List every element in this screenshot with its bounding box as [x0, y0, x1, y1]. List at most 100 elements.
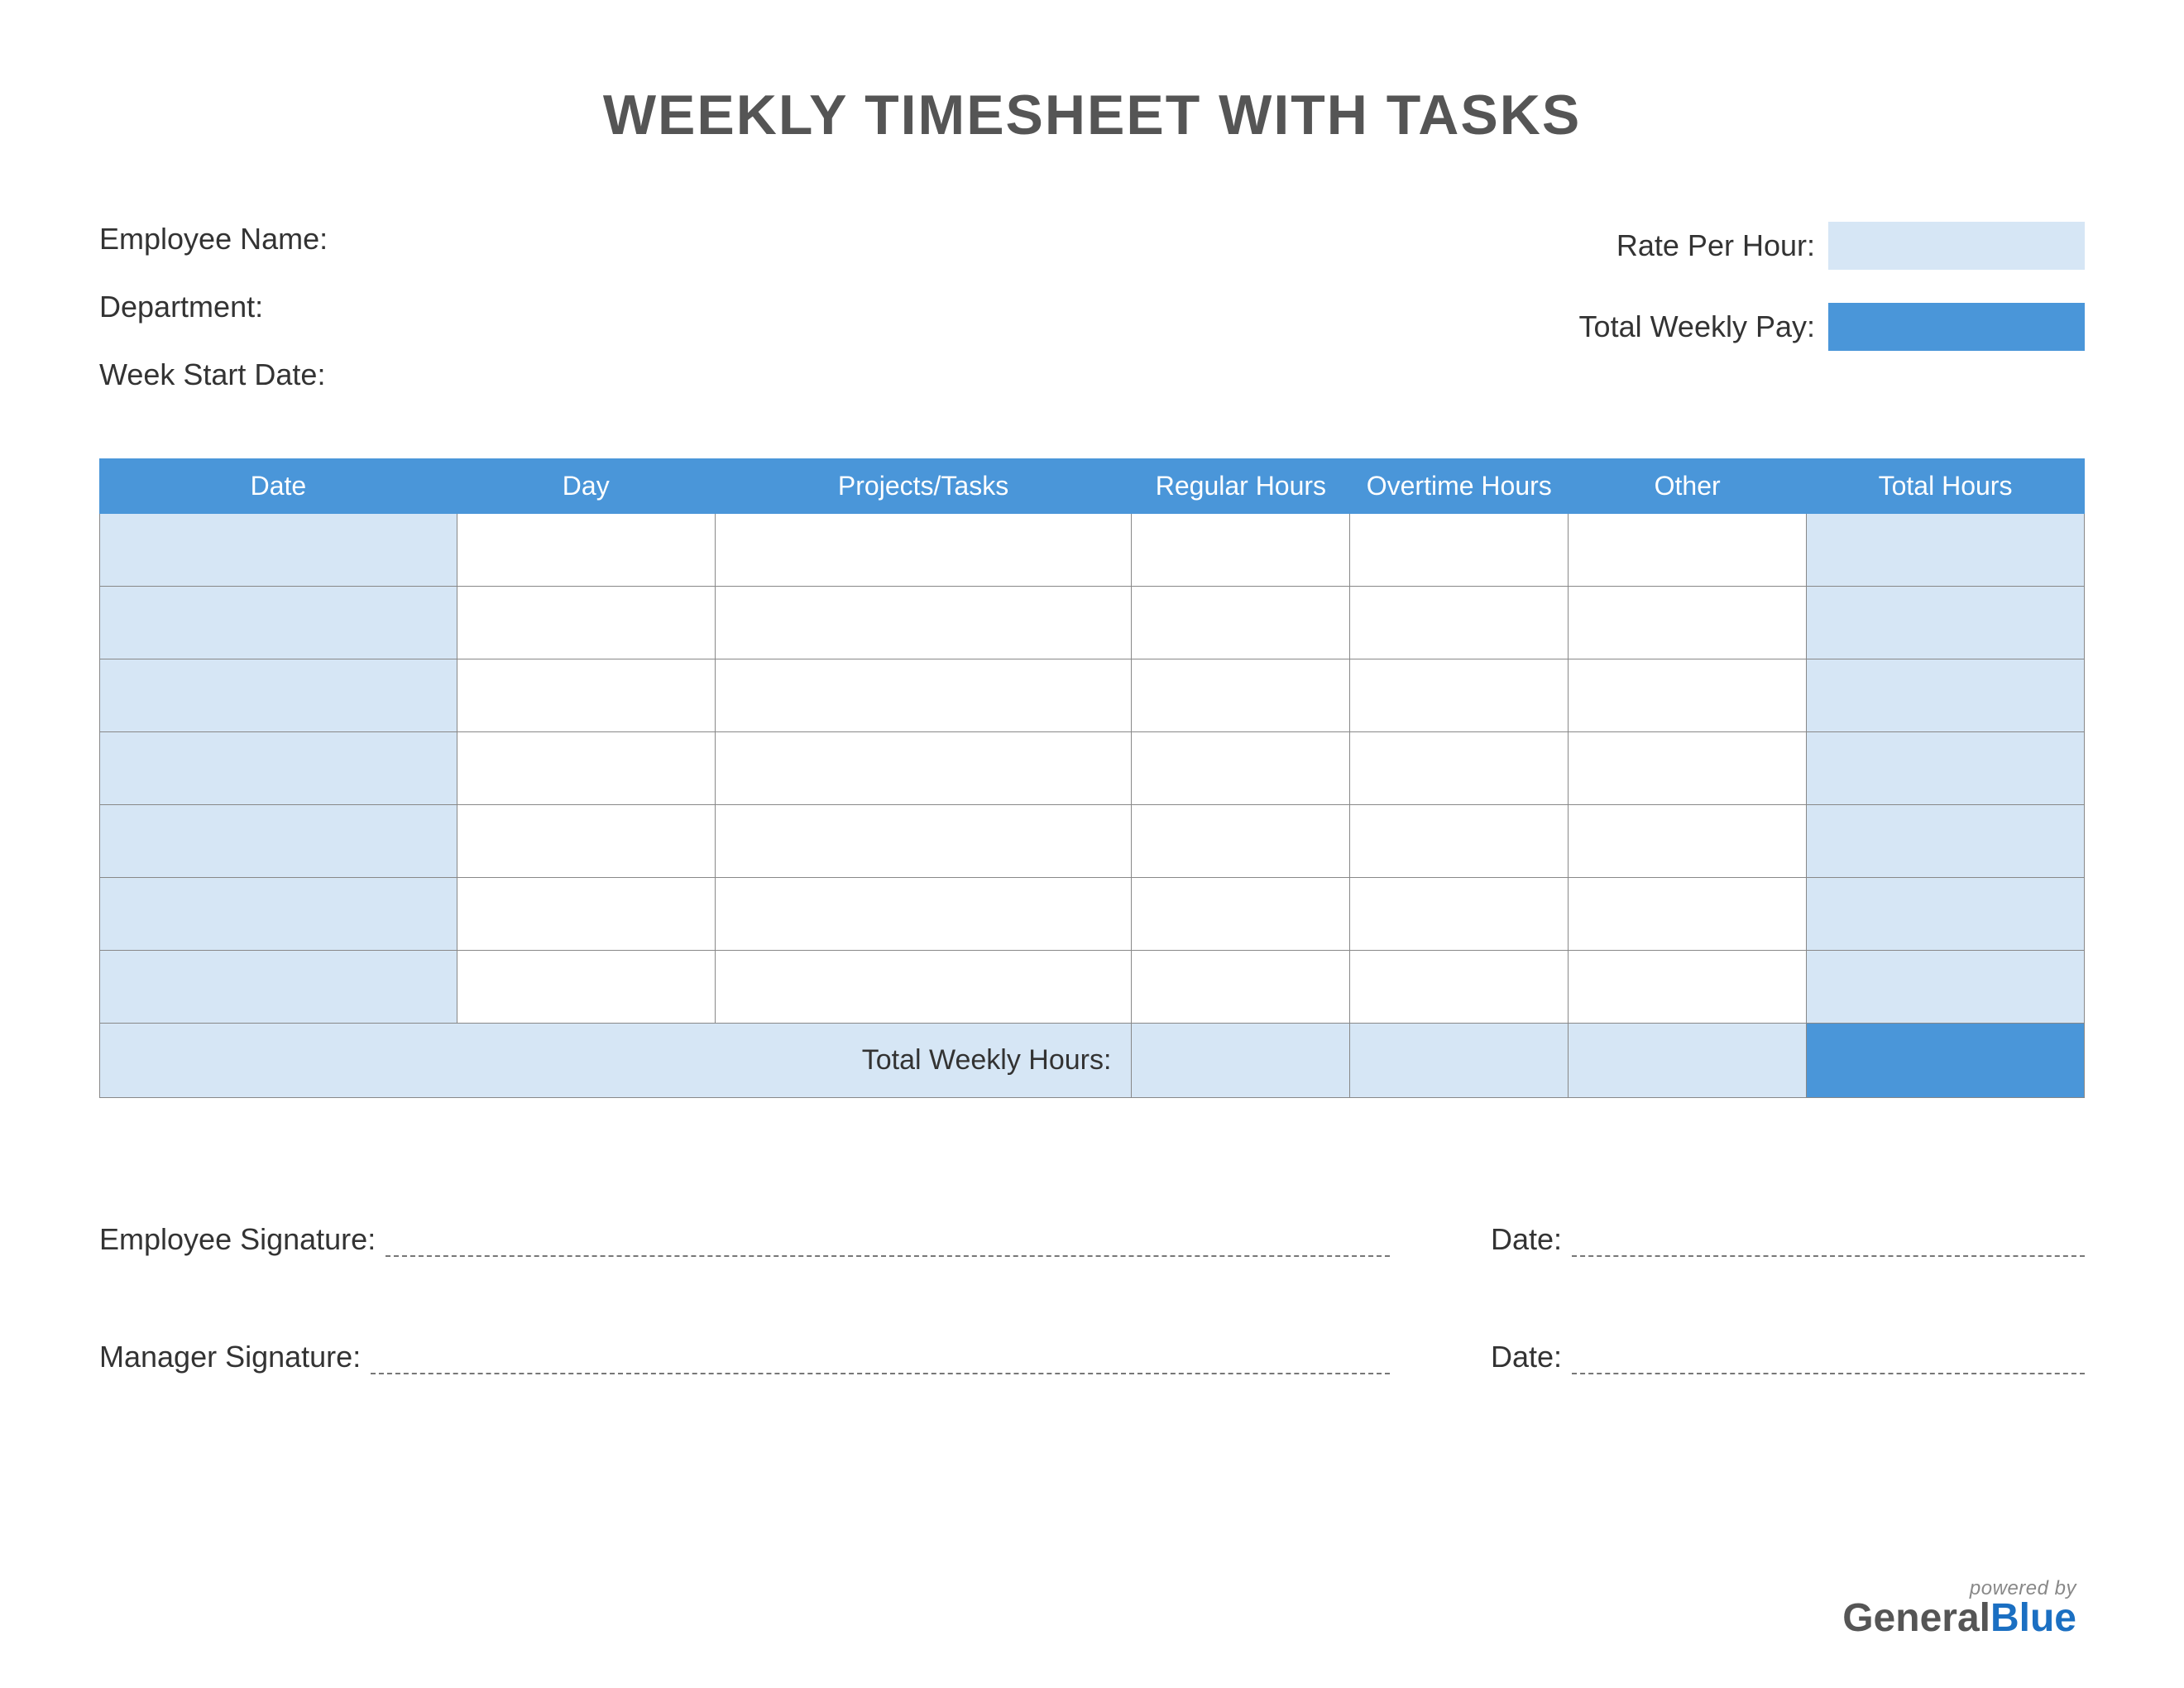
cell-day[interactable]	[457, 804, 715, 877]
info-right: Rate Per Hour: Total Weekly Pay:	[1579, 222, 2085, 392]
cell-regular[interactable]	[1132, 950, 1350, 1023]
cell-day[interactable]	[457, 659, 715, 731]
week-start-row: Week Start Date:	[99, 357, 328, 392]
cell-overtime[interactable]	[1350, 659, 1569, 731]
cell-overtime[interactable]	[1350, 877, 1569, 950]
cell-regular[interactable]	[1132, 731, 1350, 804]
cell-overtime[interactable]	[1350, 731, 1569, 804]
cell-projects[interactable]	[715, 877, 1132, 950]
cell-projects[interactable]	[715, 659, 1132, 731]
footer-brand: GeneralBlue	[1842, 1599, 2076, 1638]
cell-projects[interactable]	[715, 950, 1132, 1023]
header-regular: Regular Hours	[1132, 459, 1350, 514]
table-row	[100, 804, 2085, 877]
table-row	[100, 877, 2085, 950]
cell-regular[interactable]	[1132, 513, 1350, 586]
grand-total	[1807, 1023, 2085, 1097]
employee-signature-label: Employee Signature:	[99, 1222, 376, 1257]
timesheet-page: WEEKLY TIMESHEET WITH TASKS Employee Nam…	[0, 0, 2184, 1688]
cell-projects[interactable]	[715, 731, 1132, 804]
employee-sig-date-line[interactable]	[1572, 1227, 2085, 1257]
cell-projects[interactable]	[715, 513, 1132, 586]
manager-signature-line[interactable]	[371, 1345, 1390, 1374]
cell-other[interactable]	[1569, 731, 1807, 804]
cell-date[interactable]	[100, 513, 457, 586]
cell-overtime[interactable]	[1350, 586, 1569, 659]
employee-name-row: Employee Name:	[99, 222, 328, 257]
employee-signature-line[interactable]	[386, 1227, 1390, 1257]
cell-date[interactable]	[100, 659, 457, 731]
cell-total	[1807, 950, 2085, 1023]
table-body: Total Weekly Hours:	[100, 513, 2085, 1097]
signature-block: Employee Signature: Date: Manager Signat…	[99, 1222, 2085, 1374]
department-row: Department:	[99, 290, 328, 324]
week-start-label: Week Start Date:	[99, 357, 325, 392]
timesheet-table: Date Day Projects/Tasks Regular Hours Ov…	[99, 458, 2085, 1098]
table-row	[100, 731, 2085, 804]
manager-sig-date-line[interactable]	[1572, 1345, 2085, 1374]
cell-other[interactable]	[1569, 877, 1807, 950]
table-row	[100, 950, 2085, 1023]
employee-name-label: Employee Name:	[99, 222, 328, 257]
department-label: Department:	[99, 290, 263, 324]
cell-total	[1807, 731, 2085, 804]
footer-branding: powered by GeneralBlue	[1842, 1579, 2076, 1638]
cell-other[interactable]	[1569, 586, 1807, 659]
manager-sig-date-label: Date:	[1491, 1340, 1562, 1374]
cell-other[interactable]	[1569, 659, 1807, 731]
cell-date[interactable]	[100, 586, 457, 659]
total-overtime	[1350, 1023, 1569, 1097]
table-row	[100, 659, 2085, 731]
cell-projects[interactable]	[715, 586, 1132, 659]
header-date: Date	[100, 459, 457, 514]
cell-date[interactable]	[100, 804, 457, 877]
total-other	[1569, 1023, 1807, 1097]
header-overtime: Overtime Hours	[1350, 459, 1569, 514]
page-title: WEEKLY TIMESHEET WITH TASKS	[99, 83, 2085, 147]
cell-total	[1807, 513, 2085, 586]
total-row: Total Weekly Hours:	[100, 1023, 2085, 1097]
cell-day[interactable]	[457, 731, 715, 804]
total-regular	[1132, 1023, 1350, 1097]
brand-part-2: Blue	[1990, 1596, 2076, 1640]
cell-projects[interactable]	[715, 804, 1132, 877]
employee-signature-row: Employee Signature: Date:	[99, 1222, 2085, 1257]
total-weekly-pay-field	[1828, 303, 2085, 351]
rate-per-hour-label: Rate Per Hour:	[1616, 228, 1815, 263]
cell-other[interactable]	[1569, 513, 1807, 586]
cell-date[interactable]	[100, 877, 457, 950]
cell-total	[1807, 877, 2085, 950]
header-projects: Projects/Tasks	[715, 459, 1132, 514]
cell-total	[1807, 804, 2085, 877]
table-row	[100, 513, 2085, 586]
rate-per-hour-field[interactable]	[1828, 222, 2085, 270]
total-weekly-pay-label: Total Weekly Pay:	[1579, 309, 1815, 344]
info-left: Employee Name: Department: Week Start Da…	[99, 222, 328, 392]
employee-sig-date-label: Date:	[1491, 1222, 1562, 1257]
table-row	[100, 586, 2085, 659]
table-header-row: Date Day Projects/Tasks Regular Hours Ov…	[100, 459, 2085, 514]
cell-day[interactable]	[457, 513, 715, 586]
cell-day[interactable]	[457, 950, 715, 1023]
cell-other[interactable]	[1569, 804, 1807, 877]
cell-overtime[interactable]	[1350, 513, 1569, 586]
cell-day[interactable]	[457, 586, 715, 659]
cell-overtime[interactable]	[1350, 804, 1569, 877]
cell-regular[interactable]	[1132, 659, 1350, 731]
cell-other[interactable]	[1569, 950, 1807, 1023]
manager-signature-row: Manager Signature: Date:	[99, 1340, 2085, 1374]
cell-total	[1807, 586, 2085, 659]
cell-regular[interactable]	[1132, 804, 1350, 877]
cell-day[interactable]	[457, 877, 715, 950]
rate-per-hour-row: Rate Per Hour:	[1616, 222, 2085, 270]
cell-regular[interactable]	[1132, 877, 1350, 950]
brand-part-1: General	[1842, 1596, 1990, 1640]
cell-regular[interactable]	[1132, 586, 1350, 659]
cell-date[interactable]	[100, 950, 457, 1023]
cell-overtime[interactable]	[1350, 950, 1569, 1023]
cell-date[interactable]	[100, 731, 457, 804]
header-day: Day	[457, 459, 715, 514]
total-weekly-hours-label: Total Weekly Hours:	[100, 1023, 1132, 1097]
info-block: Employee Name: Department: Week Start Da…	[99, 222, 2085, 392]
manager-signature-label: Manager Signature:	[99, 1340, 361, 1374]
